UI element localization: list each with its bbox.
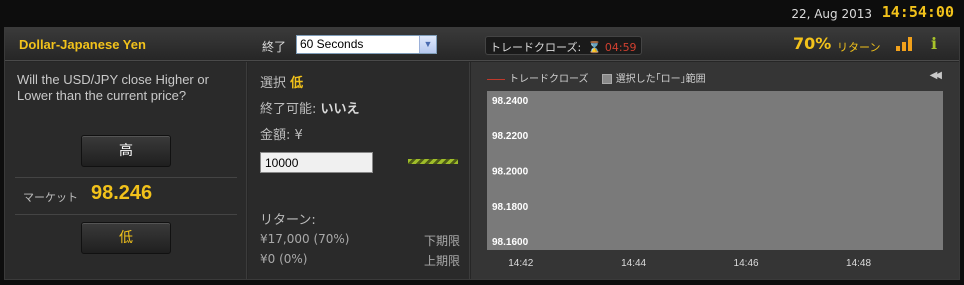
return-row: ¥17,000 (70%) 下期限: [260, 232, 460, 248]
x-tick-label: 14:46: [734, 258, 759, 269]
order-column: 選択 低 終了可能: いいえ 金額: ¥ リターン: ¥17,000 (70%)…: [248, 62, 470, 279]
trade-panel: Dollar-Japanese Yen 終了 60 Seconds ▼ トレード…: [4, 27, 960, 280]
close-possible-label: 終了可能:: [260, 102, 317, 117]
chart-svg: 98.1600 98.1800 98.2000 98.2200 98.2400 14:42…: [487, 91, 959, 269]
asset-title: Dollar-Japanese Yen: [19, 37, 146, 52]
y-tick-label: 98.2000: [492, 167, 529, 178]
return-value: ¥17,000 (70%): [260, 232, 350, 246]
selection-row: 選択 低: [260, 72, 303, 91]
expiry-select-value: 60 Seconds: [300, 37, 364, 51]
x-tick-label: 14:44: [621, 258, 646, 269]
y-tick-label: 98.2400: [492, 96, 529, 107]
trade-close-countdown: トレードクローズ: ⌛ 04:59: [485, 36, 642, 55]
trade-close-label: トレードクローズ:: [490, 41, 582, 54]
y-tick-label: 98.1600: [492, 237, 529, 248]
payout-label: リターン: [837, 41, 881, 54]
selection-value: 低: [290, 76, 304, 91]
selection-label: 選択: [260, 76, 287, 91]
top-bar: 22, Aug 2013 14:54:00: [0, 0, 964, 27]
close-possible-value: いいえ: [320, 102, 360, 117]
direction-column: Will the USD/JPY close Higher or Lower t…: [5, 62, 247, 279]
return-limit: 下期限: [423, 234, 460, 248]
signal-bars-icon[interactable]: [896, 37, 912, 51]
y-tick-label: 98.1800: [492, 202, 529, 213]
y-tick-label: 98.2200: [492, 131, 529, 142]
amount-input[interactable]: [260, 152, 373, 173]
amount-slider[interactable]: [408, 159, 458, 164]
server-clock: 14:54:00: [881, 3, 954, 21]
return-row: ¥0 (0%) 上期限: [260, 252, 460, 268]
trade-question: Will the USD/JPY close Higher or Lower t…: [17, 72, 209, 103]
chevron-down-icon[interactable]: ▼: [419, 36, 436, 53]
hourglass-icon: ⌛: [587, 41, 602, 54]
x-tick-label: 14:42: [508, 258, 533, 269]
expiry-label: 終了: [262, 40, 287, 54]
payout-percent: 70%: [793, 34, 832, 53]
panel-header: Dollar-Japanese Yen 終了 60 Seconds ▼ トレード…: [5, 28, 959, 61]
plot-area: [487, 91, 943, 250]
x-tick-label: 14:48: [846, 258, 871, 269]
market-label: マーケット: [23, 191, 78, 204]
info-icon[interactable]: i: [927, 34, 941, 54]
expiry-select[interactable]: 60 Seconds ▼: [296, 35, 437, 54]
returns-label: リターン:: [260, 213, 316, 228]
high-button[interactable]: 高: [81, 135, 171, 167]
return-value: ¥0 (0%): [260, 252, 308, 266]
close-possible-row: 終了可能: いいえ: [260, 98, 360, 117]
countdown-timer: 04:59: [604, 41, 637, 54]
amount-label: 金額: ¥: [260, 128, 303, 143]
divider: [15, 177, 237, 178]
current-date: 22, Aug 2013: [791, 7, 872, 21]
divider: [15, 214, 237, 215]
low-button[interactable]: 低: [81, 222, 171, 254]
market-price: 98.246: [91, 182, 153, 204]
price-chart: トレードクローズ 選択した｢ロー｣範囲 ◀◀ 98.1600 98.1800 98.…: [471, 62, 959, 279]
return-limit: 上期限: [423, 254, 460, 268]
